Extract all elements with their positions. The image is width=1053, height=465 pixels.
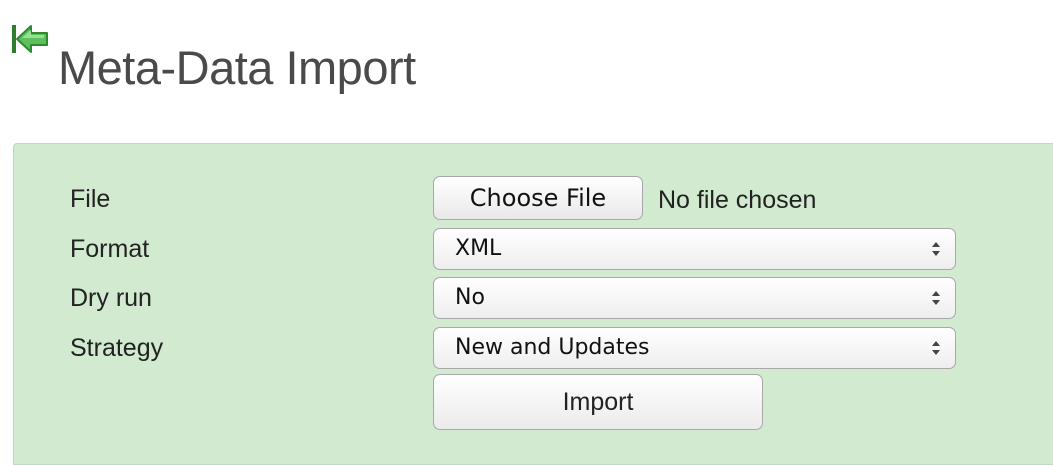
format-select-value: XML xyxy=(455,236,502,261)
import-form-panel: File Choose File No file chosen Format X… xyxy=(13,143,1053,465)
select-arrows-icon xyxy=(932,242,940,256)
page-title: Meta-Data Import xyxy=(58,41,416,94)
dry-run-select-value: No xyxy=(455,285,485,310)
format-label: Format xyxy=(70,235,150,263)
dry-run-select[interactable]: No xyxy=(433,277,956,319)
select-arrows-icon xyxy=(932,291,940,305)
strategy-select[interactable]: New and Updates xyxy=(433,327,956,369)
page-header: Meta-Data Import xyxy=(10,18,710,98)
file-status-text: No file chosen xyxy=(658,186,817,214)
select-arrows-icon xyxy=(932,341,940,355)
choose-file-button[interactable]: Choose File xyxy=(433,176,643,220)
back-arrow-icon[interactable] xyxy=(10,22,50,56)
dry-run-label: Dry run xyxy=(70,284,152,312)
import-button[interactable]: Import xyxy=(433,374,763,430)
file-label: File xyxy=(70,185,111,213)
strategy-select-value: New and Updates xyxy=(455,335,650,360)
format-select[interactable]: XML xyxy=(433,228,956,270)
strategy-label: Strategy xyxy=(70,334,164,362)
